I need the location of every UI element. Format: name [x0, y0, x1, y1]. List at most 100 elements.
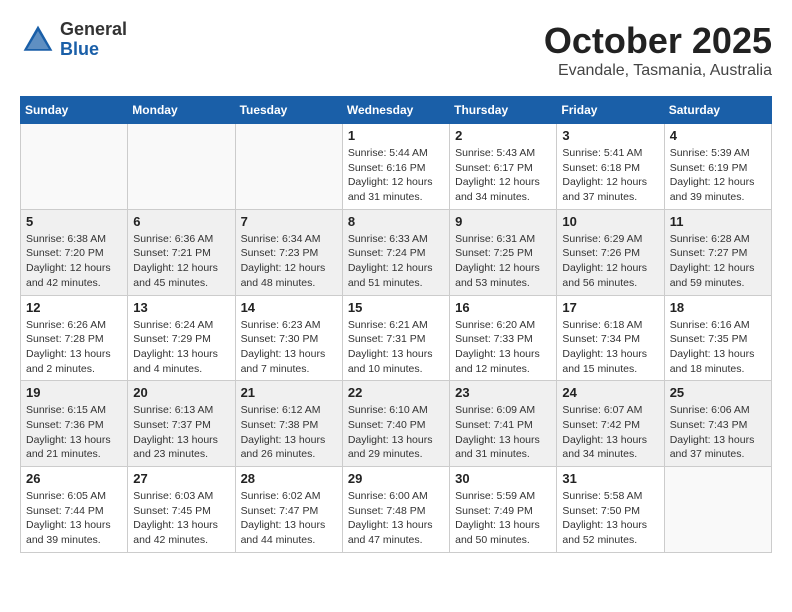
day-info: Sunrise: 5:59 AMSunset: 7:49 PMDaylight:…: [455, 489, 551, 548]
table-row: 2Sunrise: 5:43 AMSunset: 6:17 PMDaylight…: [450, 124, 557, 210]
logo-text: General Blue: [60, 20, 127, 60]
table-row: 6Sunrise: 6:36 AMSunset: 7:21 PMDaylight…: [128, 209, 235, 295]
table-row: 29 Sunrise: 6:00 AMSunset: 7:48 PMDayligh…: [342, 467, 449, 553]
table-row: 28 Sunrise: 6:02 AMSunset: 7:47 PMDayligh…: [235, 467, 342, 553]
day-info: Sunrise: 6:12 AMSunset: 7:38 PMDaylight:…: [241, 403, 337, 462]
day-number: 12: [26, 300, 122, 315]
day-number: 29: [348, 471, 444, 486]
table-row: 30Sunrise: 5:59 AMSunset: 7:49 PMDayligh…: [450, 467, 557, 553]
day-info: Sunrise: 6:24 AMSunset: 7:29 PMDaylight:…: [133, 318, 229, 377]
day-info: Sunrise: 5:44 AMSunset: 6:16 PMDaylight:…: [348, 146, 444, 205]
day-info: Sunrise: 6:36 AMSunset: 7:21 PMDaylight:…: [133, 232, 229, 291]
logo-general-label: General: [60, 20, 127, 40]
day-info: Sunrise: 6:34 AMSunset: 7:23 PMDaylight:…: [241, 232, 337, 291]
day-info: Sunrise: 6:33 AMSunset: 7:24 PMDaylight:…: [348, 232, 444, 291]
day-number: 3: [562, 128, 658, 143]
day-info: Sunrise: 6:10 AMSunset: 7:40 PMDaylight:…: [348, 403, 444, 462]
col-tuesday: Tuesday: [235, 97, 342, 124]
table-row: 1Sunrise: 5:44 AMSunset: 6:16 PMDaylight…: [342, 124, 449, 210]
day-number: 17: [562, 300, 658, 315]
day-number: 10: [562, 214, 658, 229]
table-row: 4 Sunrise: 5:39 AMSunset: 6:19 PMDaylight…: [664, 124, 771, 210]
day-number: 19: [26, 385, 122, 400]
day-number: 22: [348, 385, 444, 400]
table-row: 10 Sunrise: 6:29 AMSunset: 7:26 PMDayligh…: [557, 209, 664, 295]
calendar-week-row: 19 Sunrise: 6:15 AMSunset: 7:36 PMDayligh…: [21, 381, 772, 467]
col-saturday: Saturday: [664, 97, 771, 124]
table-row: 13 Sunrise: 6:24 AMSunset: 7:29 PMDayligh…: [128, 295, 235, 381]
day-info: Sunrise: 6:00 AMSunset: 7:48 PMDaylight:…: [348, 489, 444, 548]
day-number: 20: [133, 385, 229, 400]
table-row: 3 Sunrise: 5:41 AMSunset: 6:18 PMDaylight…: [557, 124, 664, 210]
table-row: 20 Sunrise: 6:13 AMSunset: 7:37 PMDayligh…: [128, 381, 235, 467]
table-row: [235, 124, 342, 210]
logo-blue-label: Blue: [60, 40, 127, 60]
table-row: [128, 124, 235, 210]
day-number: 27: [133, 471, 229, 486]
day-info: Sunrise: 6:28 AMSunset: 7:27 PMDaylight:…: [670, 232, 766, 291]
day-info: Sunrise: 6:23 AMSunset: 7:30 PMDaylight:…: [241, 318, 337, 377]
table-row: 18 Sunrise: 6:16 AMSunset: 7:35 PMDayligh…: [664, 295, 771, 381]
day-info: Sunrise: 6:16 AMSunset: 7:35 PMDaylight:…: [670, 318, 766, 377]
calendar-week-row: 5 Sunrise: 6:38 AMSunset: 7:20 PMDaylight…: [21, 209, 772, 295]
day-info: Sunrise: 5:41 AMSunset: 6:18 PMDaylight:…: [562, 146, 658, 205]
day-info: Sunrise: 6:20 AMSunset: 7:33 PMDaylight:…: [455, 318, 551, 377]
table-row: 31Sunrise: 5:58 AMSunset: 7:50 PMDayligh…: [557, 467, 664, 553]
day-info: Sunrise: 6:15 AMSunset: 7:36 PMDaylight:…: [26, 403, 122, 462]
day-number: 28: [241, 471, 337, 486]
day-number: 5: [26, 214, 122, 229]
day-info: Sunrise: 6:13 AMSunset: 7:37 PMDaylight:…: [133, 403, 229, 462]
day-number: 23: [455, 385, 551, 400]
day-info: Sunrise: 6:38 AMSunset: 7:20 PMDaylight:…: [26, 232, 122, 291]
table-row: 14 Sunrise: 6:23 AMSunset: 7:30 PMDayligh…: [235, 295, 342, 381]
day-number: 7: [241, 214, 337, 229]
day-info: Sunrise: 5:39 AMSunset: 6:19 PMDaylight:…: [670, 146, 766, 205]
calendar-header-row: Sunday Monday Tuesday Wednesday Thursday…: [21, 97, 772, 124]
day-number: 26: [26, 471, 122, 486]
table-row: 22 Sunrise: 6:10 AMSunset: 7:40 PMDayligh…: [342, 381, 449, 467]
day-info: Sunrise: 6:06 AMSunset: 7:43 PMDaylight:…: [670, 403, 766, 462]
logo-icon: [20, 22, 56, 58]
day-info: Sunrise: 6:26 AMSunset: 7:28 PMDaylight:…: [26, 318, 122, 377]
table-row: 7 Sunrise: 6:34 AMSunset: 7:23 PMDaylight…: [235, 209, 342, 295]
logo: General Blue: [20, 20, 127, 60]
day-number: 13: [133, 300, 229, 315]
day-info: Sunrise: 6:18 AMSunset: 7:34 PMDaylight:…: [562, 318, 658, 377]
day-info: Sunrise: 6:02 AMSunset: 7:47 PMDaylight:…: [241, 489, 337, 548]
table-row: 23Sunrise: 6:09 AMSunset: 7:41 PMDayligh…: [450, 381, 557, 467]
table-row: [664, 467, 771, 553]
col-monday: Monday: [128, 97, 235, 124]
table-row: 26 Sunrise: 6:05 AMSunset: 7:44 PMDayligh…: [21, 467, 128, 553]
calendar-week-row: 12 Sunrise: 6:26 AMSunset: 7:28 PMDayligh…: [21, 295, 772, 381]
day-number: 24: [562, 385, 658, 400]
table-row: 5 Sunrise: 6:38 AMSunset: 7:20 PMDaylight…: [21, 209, 128, 295]
day-number: 18: [670, 300, 766, 315]
col-wednesday: Wednesday: [342, 97, 449, 124]
table-row: 24 Sunrise: 6:07 AMSunset: 7:42 PMDayligh…: [557, 381, 664, 467]
table-row: 19 Sunrise: 6:15 AMSunset: 7:36 PMDayligh…: [21, 381, 128, 467]
day-info: Sunrise: 6:21 AMSunset: 7:31 PMDaylight:…: [348, 318, 444, 377]
day-info: Sunrise: 6:03 AMSunset: 7:45 PMDaylight:…: [133, 489, 229, 548]
month-title: October 2025: [544, 20, 772, 62]
calendar-week-row: 1Sunrise: 5:44 AMSunset: 6:16 PMDaylight…: [21, 124, 772, 210]
table-row: 25Sunrise: 6:06 AMSunset: 7:43 PMDayligh…: [664, 381, 771, 467]
table-row: 15 Sunrise: 6:21 AMSunset: 7:31 PMDayligh…: [342, 295, 449, 381]
day-number: 14: [241, 300, 337, 315]
calendar-table: Sunday Monday Tuesday Wednesday Thursday…: [20, 96, 772, 553]
day-number: 4: [670, 128, 766, 143]
day-info: Sunrise: 6:05 AMSunset: 7:44 PMDaylight:…: [26, 489, 122, 548]
page-header: General Blue October 2025 Evandale, Tasm…: [20, 20, 772, 80]
day-number: 15: [348, 300, 444, 315]
table-row: 16Sunrise: 6:20 AMSunset: 7:33 PMDayligh…: [450, 295, 557, 381]
day-info: Sunrise: 6:07 AMSunset: 7:42 PMDaylight:…: [562, 403, 658, 462]
table-row: 11 Sunrise: 6:28 AMSunset: 7:27 PMDayligh…: [664, 209, 771, 295]
col-friday: Friday: [557, 97, 664, 124]
day-info: Sunrise: 6:29 AMSunset: 7:26 PMDaylight:…: [562, 232, 658, 291]
table-row: 21 Sunrise: 6:12 AMSunset: 7:38 PMDayligh…: [235, 381, 342, 467]
day-number: 11: [670, 214, 766, 229]
col-thursday: Thursday: [450, 97, 557, 124]
title-block: October 2025 Evandale, Tasmania, Austral…: [544, 20, 772, 80]
table-row: 9Sunrise: 6:31 AMSunset: 7:25 PMDaylight…: [450, 209, 557, 295]
day-number: 21: [241, 385, 337, 400]
day-number: 8: [348, 214, 444, 229]
